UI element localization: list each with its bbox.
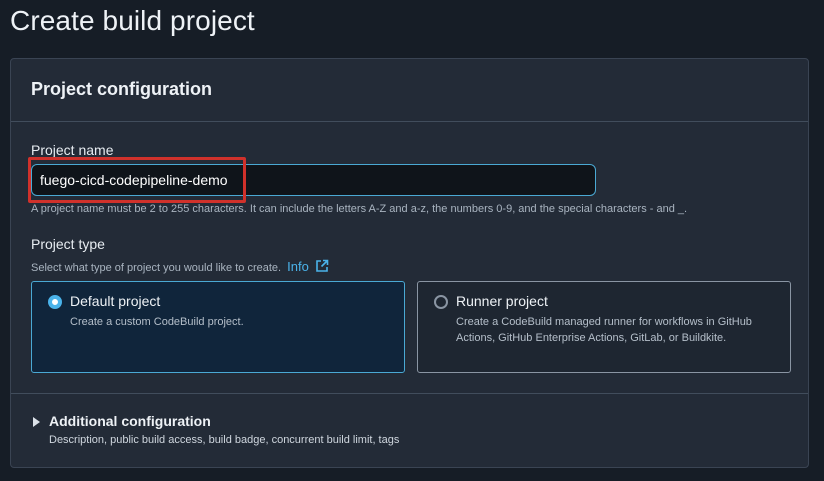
additional-configuration-title: Additional configuration [49,413,211,429]
project-name-hint: A project name must be 2 to 255 characte… [31,203,688,215]
section-divider [11,393,808,394]
project-configuration-panel: Project configuration Project name A pro… [10,58,809,468]
panel-title: Project configuration [31,79,213,99]
default-project-radio[interactable] [48,295,62,309]
runner-project-tile[interactable]: Runner project Create a CodeBuild manage… [417,281,791,373]
project-type-label: Project type [31,236,105,252]
runner-project-description: Create a CodeBuild managed runner for wo… [456,316,752,344]
default-project-title: Default project [70,293,161,309]
panel-header: Project configuration [11,59,808,122]
default-project-description: Create a custom CodeBuild project. [70,316,244,328]
runner-project-radio[interactable] [434,295,448,309]
external-link-icon [316,259,329,272]
default-project-tile[interactable]: Default project Create a custom CodeBuil… [31,281,405,373]
project-type-description-text: Select what type of project you would li… [31,262,282,274]
info-link-label: Info [287,259,309,274]
page-title: Create build project [10,5,255,36]
caret-right-icon [33,417,40,427]
project-name-label: Project name [31,142,114,158]
additional-configuration-description: Description, public build access, build … [49,434,400,446]
project-type-description: Select what type of project you would li… [31,259,329,274]
runner-project-title: Runner project [456,293,548,309]
info-link[interactable]: Info [287,259,329,274]
project-name-input[interactable] [31,164,596,196]
